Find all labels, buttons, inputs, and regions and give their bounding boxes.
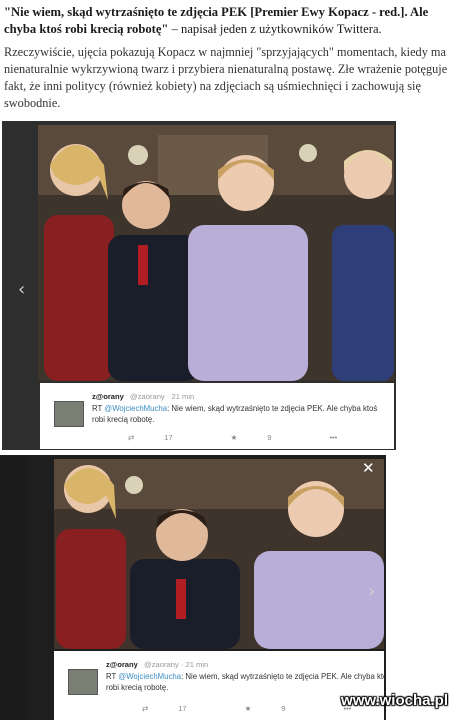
tweet-text: RT @WojciechMucha: Nie wiem, skąd wytrza… <box>106 671 386 693</box>
headline-attribution: – napisał jeden z użytkowników Twittera. <box>168 22 382 36</box>
overlay-left-edge <box>0 455 28 720</box>
tweet-card-2: z@orany @zaorany · 21 min RT @WojciechMu… <box>54 651 386 720</box>
tweet-rt-prefix: RT <box>106 672 119 681</box>
avatar[interactable] <box>54 401 84 427</box>
more-options-button[interactable]: ••• <box>329 433 337 442</box>
star-icon: ★ <box>230 433 238 442</box>
photo-illustration-2 <box>54 459 384 649</box>
gallery-next-arrow-icon[interactable]: › <box>368 581 375 602</box>
retweet-icon: ⇄ <box>142 704 149 713</box>
tweet-actions: ⇄ 17 ★ 9 ••• <box>128 433 365 442</box>
site-watermark: www.wiocha.pl <box>341 692 448 709</box>
close-icon[interactable]: ✕ <box>362 459 375 477</box>
tweet-text: RT @WojciechMucha: Nie wiem, skąd wytrza… <box>92 403 384 425</box>
favorite-count-value: 9 <box>281 704 286 713</box>
tweet-screenshot-2: › z@orany @zaorany · 21 min RT @Wojciech… <box>28 455 386 720</box>
tweet-author-name[interactable]: z@orany <box>106 660 138 669</box>
avatar[interactable] <box>68 669 98 695</box>
retweet-count[interactable]: ⇄ 17 <box>142 704 215 713</box>
photo-illustration-1 <box>38 125 394 381</box>
star-icon: ★ <box>244 704 252 713</box>
retweet-icon: ⇄ <box>128 433 135 442</box>
tweet-card-1: z@orany @zaorany · 21 min RT @WojciechMu… <box>40 383 394 449</box>
article-paragraph: Rzeczywiście, ujęcia pokazują Kopacz w n… <box>4 45 448 110</box>
tweet-author-name[interactable]: z@orany <box>92 392 124 401</box>
tweet-photo-1[interactable] <box>38 125 394 381</box>
retweet-count-value: 17 <box>178 704 187 713</box>
tweet-screenshot-1: ‹ z@orany @zaorany · 21 min RT @Wojciech… <box>2 121 396 450</box>
favorite-count[interactable]: ★ 9 <box>245 704 314 713</box>
favorite-count-value: 9 <box>267 433 272 442</box>
favorite-count[interactable]: ★ 9 <box>231 433 300 442</box>
tweet-mention-link[interactable]: @WojciechMucha <box>104 404 167 413</box>
tweet-photo-2[interactable] <box>54 459 384 649</box>
tweet-rt-prefix: RT <box>92 404 105 413</box>
tweet-author-handle[interactable]: @zaorany · 21 min <box>130 392 194 401</box>
gallery-prev-arrow-icon[interactable]: ‹ <box>18 279 25 300</box>
retweet-count[interactable]: ⇄ 17 <box>128 433 201 442</box>
tweet-mention-link[interactable]: @WojciechMucha <box>118 672 181 681</box>
tweet-author-handle[interactable]: @zaorany · 21 min <box>144 660 208 669</box>
retweet-count-value: 17 <box>164 433 173 442</box>
article-headline: "Nie wiem, skąd wytrzaśnięto te zdjęcia … <box>4 4 456 38</box>
